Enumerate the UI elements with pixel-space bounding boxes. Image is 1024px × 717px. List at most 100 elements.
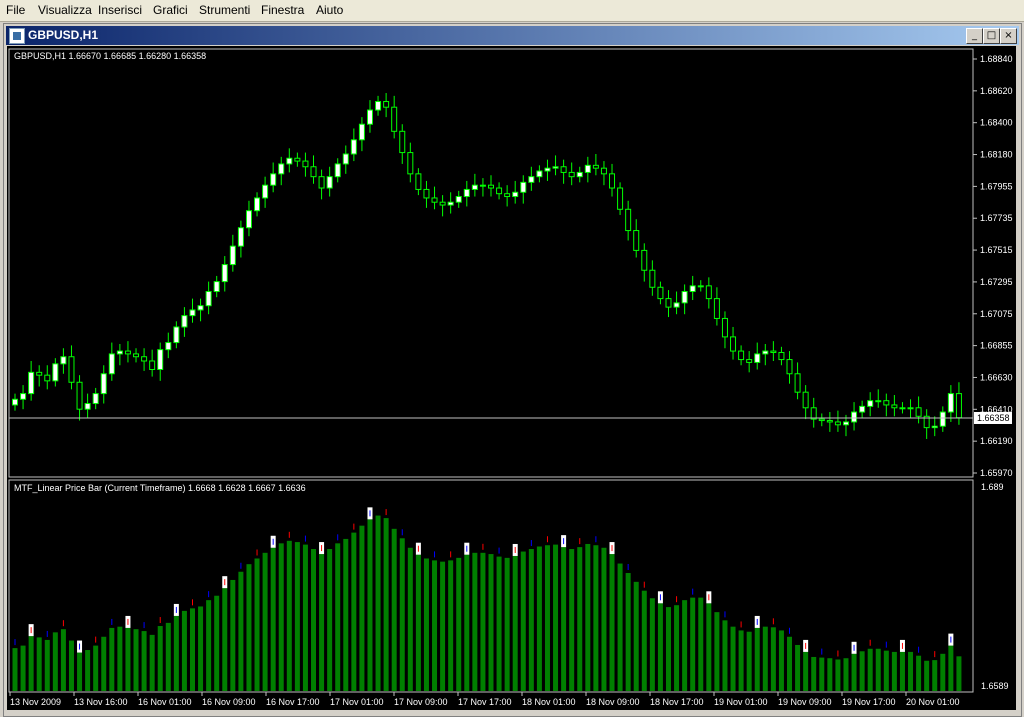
sub-panel-top-tick: 1.689	[981, 482, 1004, 492]
indicator-bar	[149, 634, 155, 691]
maximize-button[interactable]: □	[983, 28, 1000, 44]
candle-body	[915, 407, 922, 417]
indicator-bar	[609, 554, 615, 691]
indicator-bar	[254, 558, 260, 691]
price-chart[interactable]: 1.68840 1.68620 1.68400 1.68180 1.67955 1.677…	[7, 46, 1016, 710]
indicator-bar	[157, 626, 163, 691]
menu-item-file[interactable]: File	[6, 3, 25, 17]
candle-body	[842, 421, 849, 426]
indicator-bar	[867, 648, 873, 691]
candle-body	[883, 400, 890, 406]
candle-body	[399, 130, 406, 154]
indicator-bar	[674, 605, 680, 691]
candle-body	[375, 101, 382, 111]
indicator-bar	[311, 549, 317, 691]
candle-body	[44, 374, 51, 382]
indicator-bar	[68, 640, 74, 691]
menu-item-aiuto[interactable]: Aiuto	[316, 3, 343, 17]
indicator-bar	[286, 540, 292, 691]
indicator-bar	[383, 518, 389, 691]
indicator-bar	[819, 657, 825, 691]
candle-body	[415, 173, 422, 190]
candle-body	[697, 285, 704, 288]
indicator-bar	[682, 600, 688, 691]
price-tick-label: 1.68180	[980, 150, 1013, 160]
candle-body	[552, 166, 559, 169]
candle-body	[939, 411, 946, 427]
indicator-bar	[165, 622, 171, 691]
indicator-bar	[415, 554, 421, 691]
time-tick-label: 17 Nov 01:00	[330, 697, 384, 707]
indicator-bar	[577, 547, 583, 691]
candle-body	[173, 326, 180, 344]
indicator-bar	[432, 560, 438, 691]
window-title: GBPUSD,H1	[28, 28, 99, 42]
indicator-bar	[222, 588, 228, 691]
candle-body	[528, 176, 535, 183]
time-tick-label: 18 Nov 01:00	[522, 697, 576, 707]
indicator-bar	[916, 655, 922, 691]
indicator-bar	[657, 603, 663, 691]
menu-item-grafici[interactable]: Grafici	[153, 3, 188, 17]
candle-body	[907, 407, 914, 410]
menu-item-finestra[interactable]: Finestra	[261, 3, 304, 17]
indicator-bar	[787, 636, 793, 691]
candle-body	[60, 356, 67, 365]
indicator-bar	[181, 610, 187, 691]
indicator-bar	[198, 606, 204, 691]
indicator-bar	[553, 544, 559, 691]
menu-item-inserisci[interactable]: Inserisci	[98, 3, 142, 17]
menu-item-strumenti[interactable]: Strumenti	[199, 3, 250, 17]
indicator-bar	[464, 554, 470, 691]
candle-body	[568, 171, 575, 178]
candle-body	[318, 176, 325, 189]
indicator-bar	[60, 629, 66, 691]
indicator-bar	[738, 630, 744, 691]
indicator-bar	[206, 600, 212, 691]
candle-body	[617, 187, 624, 210]
candle-body	[955, 393, 962, 419]
indicator-bar	[633, 581, 639, 691]
indicator-bar	[778, 630, 784, 691]
candle-body	[52, 363, 59, 382]
indicator-bar	[891, 651, 897, 691]
candle-body	[705, 285, 712, 300]
indicator-bar	[730, 626, 736, 691]
indicator-bar	[407, 547, 413, 691]
candle-body	[560, 166, 567, 173]
candle-body	[383, 101, 390, 108]
candle-body	[391, 106, 398, 132]
menu-item-visualizza[interactable]: Visualizza	[38, 3, 92, 17]
chart-area[interactable]: 1.68840 1.68620 1.68400 1.68180 1.67955 1.677…	[7, 46, 1016, 710]
indicator-bar	[262, 552, 268, 691]
indicator-bar	[625, 573, 631, 691]
candle-body	[28, 371, 35, 395]
time-tick-label: 19 Nov 17:00	[842, 697, 896, 707]
price-tick-label: 1.67295	[980, 277, 1013, 287]
candle-body	[592, 164, 599, 169]
candle-body	[157, 349, 164, 371]
candle-body	[713, 298, 720, 319]
main-panel-border	[8, 48, 974, 478]
indicator-bar	[36, 637, 42, 691]
indicator-bar	[125, 627, 131, 691]
time-tick-label: 16 Nov 09:00	[202, 697, 256, 707]
indicator-bar	[520, 551, 526, 691]
candle-body	[431, 197, 438, 203]
indicator-bar	[504, 557, 510, 691]
candle-body	[826, 420, 833, 423]
candle-body	[818, 418, 825, 422]
indicator-bar	[375, 515, 381, 691]
price-tick-label: 1.67955	[980, 181, 1013, 191]
candle-body	[165, 342, 172, 351]
candle-body	[366, 109, 373, 125]
candle-body	[520, 181, 527, 193]
candle-body	[270, 173, 277, 186]
price-tick-label: 1.68840	[980, 54, 1013, 64]
candle-body	[721, 317, 728, 338]
minimize-button[interactable]: _	[966, 28, 983, 44]
candle-body	[488, 184, 494, 189]
close-button[interactable]: ×	[1000, 28, 1017, 44]
window-title-bar[interactable]: GBPUSD,H1 _ □ ×	[6, 26, 1019, 45]
candle-body	[931, 425, 938, 429]
